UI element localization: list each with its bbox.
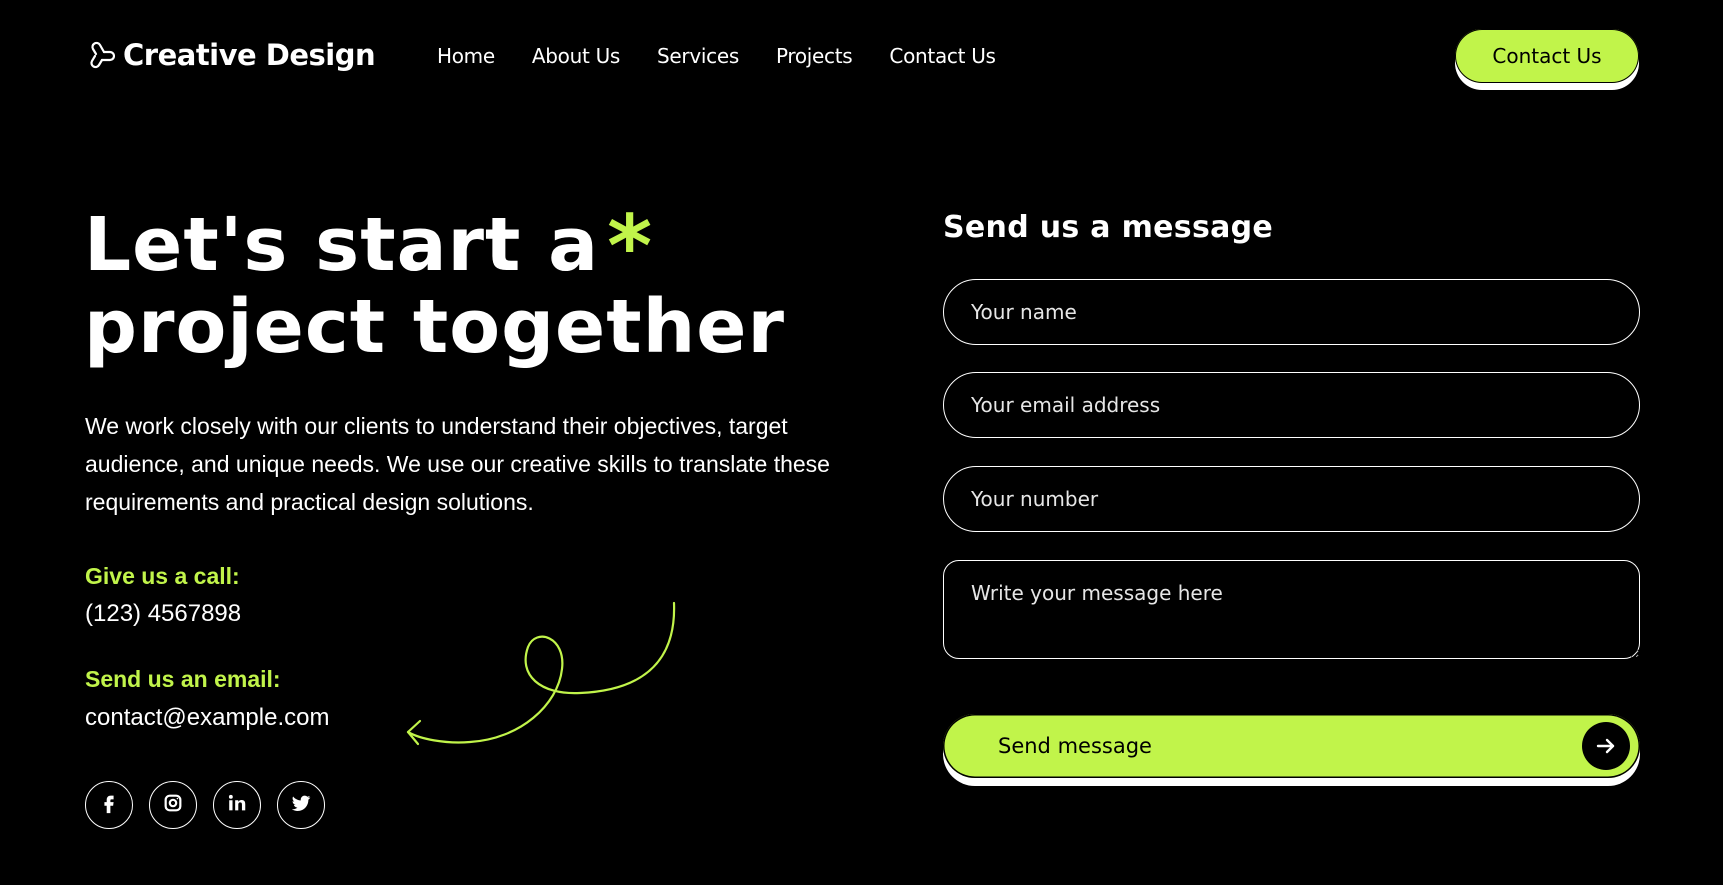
email-field[interactable] (943, 372, 1640, 438)
email-address[interactable]: contact@example.com (85, 704, 329, 732)
nav-contact-us[interactable]: Contact Us (889, 44, 996, 68)
hero-title-text-1: Let's start a (84, 202, 600, 288)
name-field[interactable] (943, 279, 1640, 345)
instagram-icon (162, 792, 184, 818)
site-header: Creative Design Home About Us Services P… (0, 0, 1723, 115)
brand-name: Creative Design (123, 38, 376, 72)
nav-home[interactable]: Home (437, 44, 495, 68)
curly-arrow-icon (406, 601, 676, 746)
email-label: Send us an email: (85, 666, 281, 692)
hero-title-line-2: project together (84, 284, 785, 370)
send-message-button[interactable]: Send message (943, 714, 1640, 778)
twitter-icon (290, 792, 312, 818)
hero-title: Let's start a* project together (84, 197, 844, 370)
arrow-right-icon (1582, 722, 1630, 770)
nav-about-us[interactable]: About Us (532, 44, 620, 68)
asterisk-icon: * (607, 197, 654, 297)
number-field[interactable] (943, 466, 1640, 532)
send-message-label: Send message (998, 734, 1152, 758)
form-title: Send us a message (943, 210, 1274, 245)
facebook-icon (98, 792, 120, 818)
social-links (85, 781, 325, 829)
message-field[interactable] (943, 560, 1640, 659)
call-label: Give us a call: (85, 563, 240, 589)
brand-logo[interactable]: Creative Design (85, 38, 376, 72)
instagram-link[interactable] (149, 781, 197, 829)
nav-projects[interactable]: Projects (776, 44, 853, 68)
facebook-link[interactable] (85, 781, 133, 829)
twitter-link[interactable] (277, 781, 325, 829)
send-message-button-wrapper: Send message (943, 714, 1640, 788)
main-nav: Home About Us Services Projects Contact … (437, 44, 996, 68)
hero-description: We work closely with our clients to unde… (85, 413, 830, 515)
hero-title-line-1: Let's start a* (84, 197, 844, 297)
linkedin-icon (226, 792, 248, 818)
contact-us-button-wrapper: Contact Us (1455, 29, 1640, 91)
contact-us-button[interactable]: Contact Us (1455, 29, 1639, 83)
pretzel-knot-icon (85, 40, 115, 70)
linkedin-link[interactable] (213, 781, 261, 829)
nav-services[interactable]: Services (657, 44, 739, 68)
phone-number[interactable]: (123) 4567898 (85, 600, 241, 628)
